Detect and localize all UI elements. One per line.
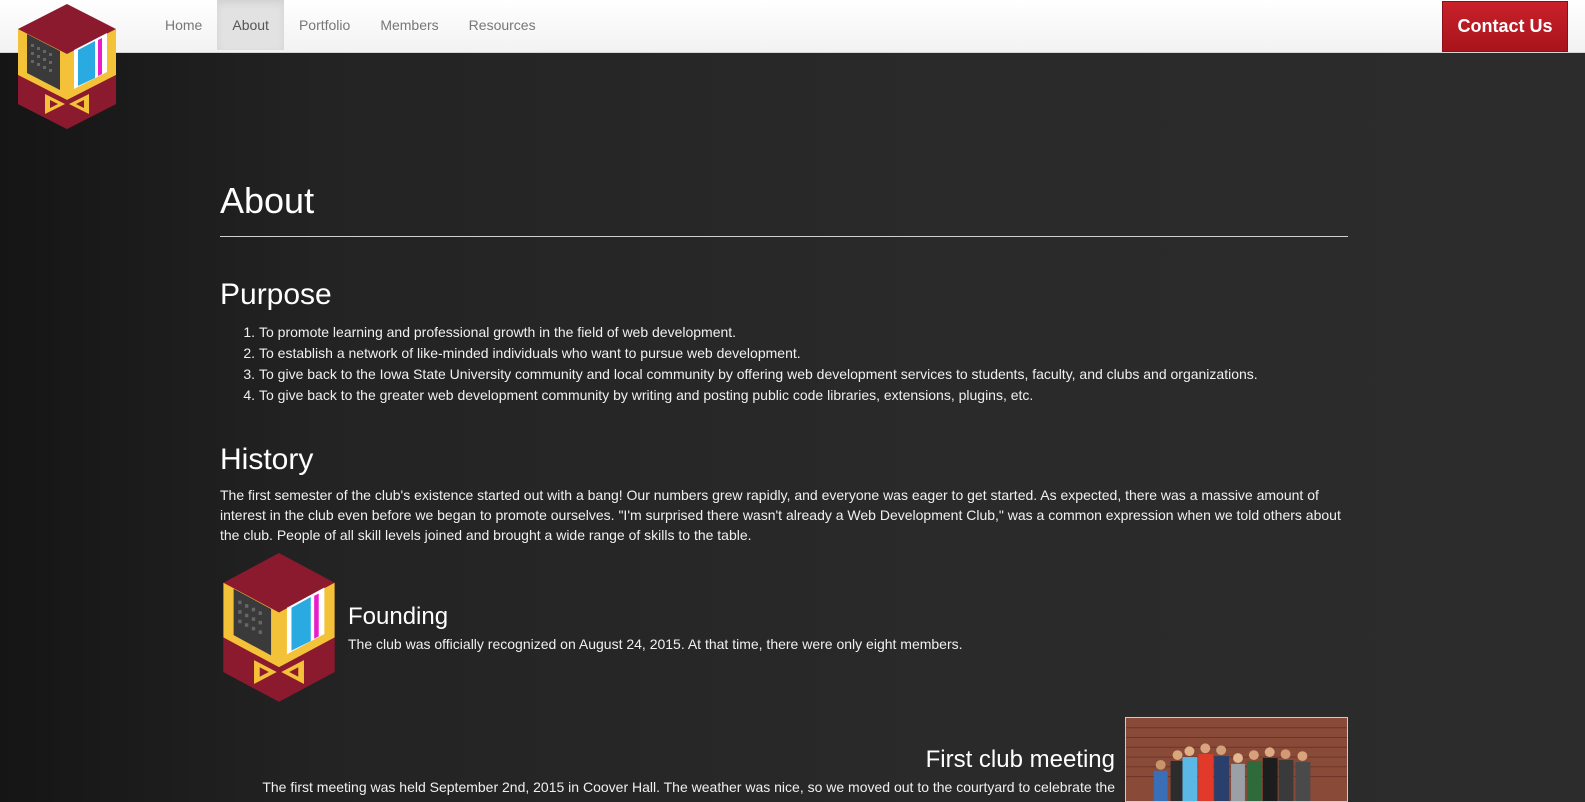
nav-resources-link[interactable]: Resources: [454, 0, 551, 50]
nav-portfolio-link[interactable]: Portfolio: [284, 0, 365, 50]
founding-text: The club was officially recognized on Au…: [348, 636, 963, 652]
list-item: 2. To establish a network of like-minded …: [243, 345, 801, 361]
nav-about-link[interactable]: About: [217, 0, 284, 50]
top-navbar: Home About Portfolio Members Resources C…: [0, 0, 1585, 53]
list-item: 1. To promote learning and professional g…: [243, 324, 737, 340]
title-divider: [220, 236, 1348, 237]
contact-us-button[interactable]: Contact Us: [1442, 1, 1568, 52]
founding-heading: Founding: [348, 603, 449, 630]
list-item: 3. To give back to the Iowa State Univers…: [243, 366, 1258, 382]
purpose-heading: Purpose: [220, 278, 332, 311]
list-item: 4. To give back to the greater web develo…: [243, 387, 1034, 403]
purpose-list: 1. To promote learning and professional g…: [220, 322, 1258, 406]
history-heading: History: [220, 443, 314, 476]
nav-home-link[interactable]: Home: [150, 0, 217, 50]
nav-members-link[interactable]: Members: [365, 0, 453, 50]
first-meeting-text: The first meeting was held September 2nd…: [262, 779, 1115, 795]
first-meeting-photo: [1125, 717, 1348, 802]
page-title: About: [220, 180, 315, 221]
founding-logo-image: [223, 553, 335, 702]
nav-links: Home About Portfolio Members Resources: [150, 0, 551, 52]
first-meeting-heading: First club meeting: [925, 746, 1115, 773]
club-logo[interactable]: [15, 4, 119, 130]
history-paragraph: The first semester of the club's existen…: [220, 487, 1341, 543]
